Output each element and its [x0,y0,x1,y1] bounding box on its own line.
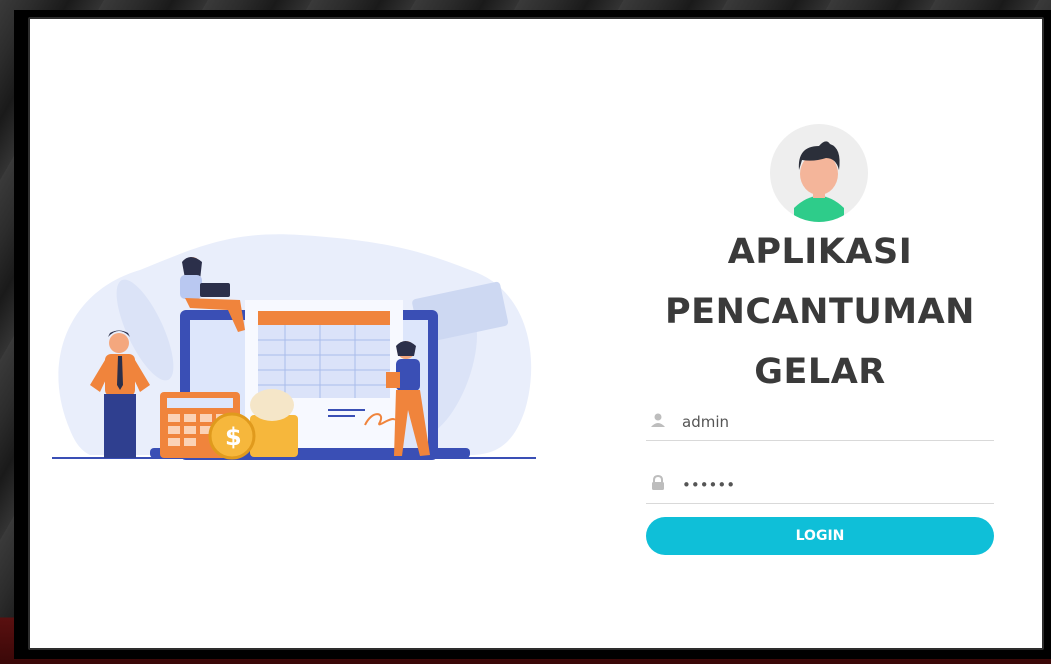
user-icon [650,412,666,433]
app-title: APLIKASI PENCANTUMAN GELAR [635,222,1005,402]
username-field [646,404,994,441]
app-title-line-1: APLIKASI [727,232,913,272]
login-button[interactable]: LOGIN [646,517,994,555]
user-avatar-icon [770,124,868,222]
password-field [646,467,994,504]
svg-text:$: $ [225,423,242,451]
app-title-line-2: PENCANTUMAN [665,292,975,332]
username-input[interactable] [680,404,984,440]
lock-icon [650,474,666,496]
app-title-line-3: GELAR [754,352,886,392]
password-input[interactable] [680,467,984,503]
